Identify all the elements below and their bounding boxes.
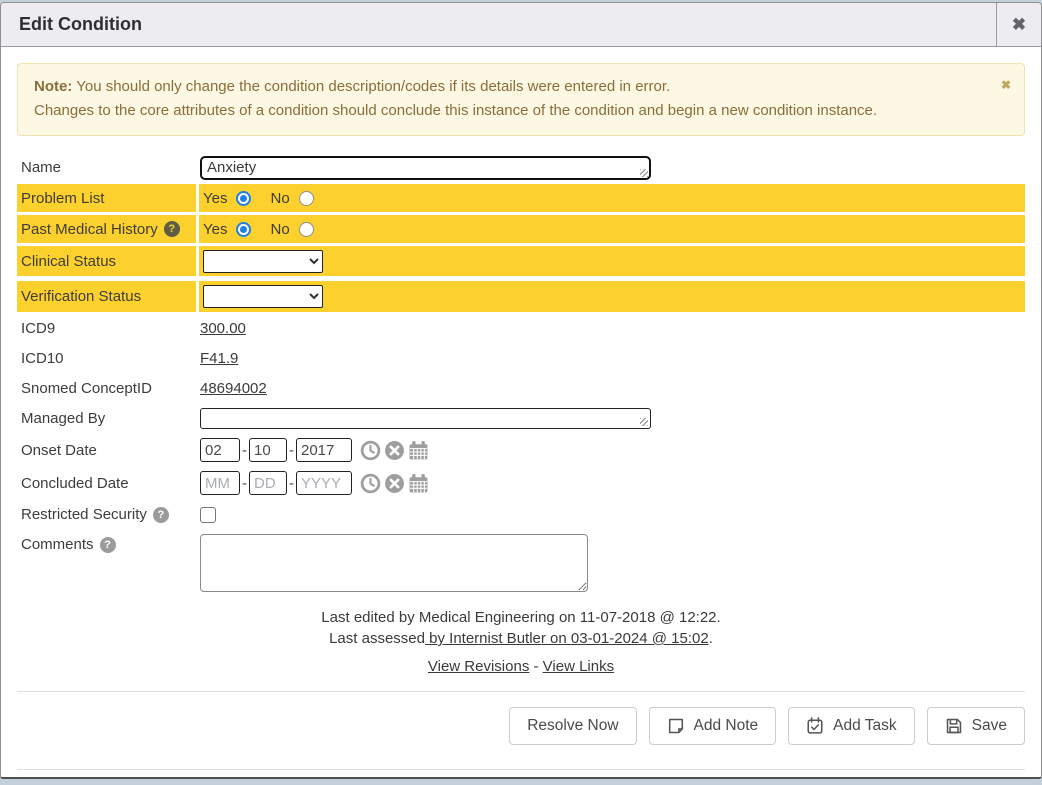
note-banner: Note: You should only change the conditi…	[17, 63, 1025, 136]
note-prefix: Note:	[34, 78, 72, 95]
dialog-header: Edit Condition ✖	[1, 3, 1041, 47]
date-separator: -	[242, 442, 247, 459]
snomed-row: Snomed ConceptID 48694002	[17, 375, 1025, 402]
clinical-status-row: Clinical Status	[17, 246, 1025, 276]
concluded-date-row: Concluded Date - -	[17, 468, 1025, 498]
restricted-security-checkbox[interactable]	[200, 507, 216, 523]
clear-icon[interactable]	[384, 440, 405, 461]
onset-day-input[interactable]	[249, 438, 287, 462]
button-bar: Resolve Now Add Note Add Task Save	[1, 692, 1041, 745]
save-icon	[945, 717, 963, 735]
add-task-button[interactable]: Add Task	[788, 707, 914, 745]
problem-list-no-radio[interactable]	[299, 191, 314, 206]
pmh-yes-label: Yes	[203, 221, 227, 238]
last-edited-text: Last edited by Medical Engineering on 11…	[1, 607, 1041, 628]
resolve-now-button[interactable]: Resolve Now	[509, 707, 636, 745]
save-label: Save	[972, 717, 1007, 735]
icd9-link[interactable]: 300.00	[200, 320, 246, 337]
managed-by-input[interactable]	[200, 408, 651, 429]
close-button[interactable]: ✖	[996, 3, 1041, 46]
date-separator: -	[289, 475, 294, 492]
icd10-link[interactable]: F41.9	[200, 350, 238, 367]
note-text-1: You should only change the condition des…	[72, 78, 670, 95]
past-medical-history-label: Past Medical History	[21, 221, 158, 238]
problem-list-yes-radio[interactable]	[236, 191, 251, 206]
pmh-no-radio[interactable]	[299, 222, 314, 237]
last-assessed-link[interactable]: by Internist Butler on 03-01-2024 @ 15:0…	[425, 630, 709, 647]
concluded-month-input[interactable]	[200, 471, 240, 495]
calendar-icon[interactable]	[408, 473, 429, 494]
onset-date-row: Onset Date - -	[17, 435, 1025, 465]
snomed-label: Snomed ConceptID	[17, 375, 196, 402]
last-assessed-suffix: .	[709, 630, 713, 647]
concluded-day-input[interactable]	[249, 471, 287, 495]
page-title: Edit Condition	[1, 3, 996, 46]
pmh-no-label: No	[270, 221, 289, 238]
close-icon: ✖	[1012, 15, 1026, 35]
problem-list-no-label: No	[270, 190, 289, 207]
view-links-link[interactable]: View Links	[543, 658, 614, 675]
last-assessed-prefix: Last assessed	[329, 630, 425, 647]
dismiss-icon: ✖	[1001, 78, 1011, 92]
note-dismiss-button[interactable]: ✖	[1001, 73, 1011, 97]
verification-status-label: Verification Status	[17, 281, 196, 312]
onset-year-input[interactable]	[296, 438, 352, 462]
help-icon[interactable]: ?	[100, 537, 116, 553]
onset-date-label: Onset Date	[17, 435, 196, 465]
problem-list-row: Problem List Yes No	[17, 184, 1025, 212]
verification-status-select[interactable]	[203, 285, 323, 308]
snomed-link[interactable]: 48694002	[200, 380, 267, 397]
icd9-row: ICD9 300.00	[17, 315, 1025, 342]
view-revisions-link[interactable]: View Revisions	[428, 658, 529, 675]
save-button[interactable]: Save	[927, 707, 1025, 745]
comments-textarea[interactable]	[200, 534, 588, 592]
note-icon	[667, 717, 685, 735]
managed-by-row: Managed By	[17, 405, 1025, 432]
edit-condition-dialog: Edit Condition ✖ Note: You should only c…	[0, 2, 1042, 779]
concluded-year-input[interactable]	[296, 471, 352, 495]
comments-label: Comments	[21, 536, 94, 553]
view-links-line: View Revisions - View Links	[1, 656, 1041, 677]
clear-icon[interactable]	[384, 473, 405, 494]
clinical-status-label: Clinical Status	[17, 246, 196, 276]
icd9-label: ICD9	[17, 315, 196, 342]
last-assessed-text: Last assessed by Internist Butler on 03-…	[1, 628, 1041, 649]
restricted-security-label: Restricted Security	[21, 506, 147, 523]
concluded-date-label: Concluded Date	[17, 468, 196, 498]
pmh-yes-radio[interactable]	[236, 222, 251, 237]
condition-form: Name Problem List Yes No Past	[1, 154, 1041, 595]
audit-info: Last edited by Medical Engineering on 11…	[1, 607, 1041, 677]
task-icon	[806, 717, 824, 735]
restricted-security-row: Restricted Security ?	[17, 501, 1025, 528]
icd10-row: ICD10 F41.9	[17, 345, 1025, 372]
problem-list-yes-label: Yes	[203, 190, 227, 207]
onset-month-input[interactable]	[200, 438, 240, 462]
verification-status-row: Verification Status	[17, 281, 1025, 312]
bottom-divider	[17, 769, 1025, 770]
link-separator: -	[529, 658, 542, 675]
date-separator: -	[289, 442, 294, 459]
name-label: Name	[17, 154, 196, 181]
comments-row: Comments ?	[17, 534, 1025, 592]
date-separator: -	[242, 475, 247, 492]
note-line-2: Changes to the core attributes of a cond…	[34, 99, 984, 123]
add-note-button[interactable]: Add Note	[649, 707, 777, 745]
name-row: Name	[17, 154, 1025, 181]
note-line-1: Note: You should only change the conditi…	[34, 75, 984, 99]
help-icon[interactable]: ?	[164, 221, 180, 237]
clinical-status-select[interactable]	[203, 250, 323, 273]
managed-by-label: Managed By	[17, 405, 196, 432]
icd10-label: ICD10	[17, 345, 196, 372]
add-task-label: Add Task	[833, 717, 896, 735]
problem-list-label: Problem List	[17, 184, 196, 212]
name-input[interactable]	[200, 156, 651, 180]
calendar-icon[interactable]	[408, 440, 429, 461]
help-icon[interactable]: ?	[153, 507, 169, 523]
resolve-now-label: Resolve Now	[527, 717, 618, 735]
add-note-label: Add Note	[694, 717, 759, 735]
time-icon[interactable]	[360, 473, 381, 494]
past-medical-history-row: Past Medical History ? Yes No	[17, 215, 1025, 243]
time-icon[interactable]	[360, 440, 381, 461]
